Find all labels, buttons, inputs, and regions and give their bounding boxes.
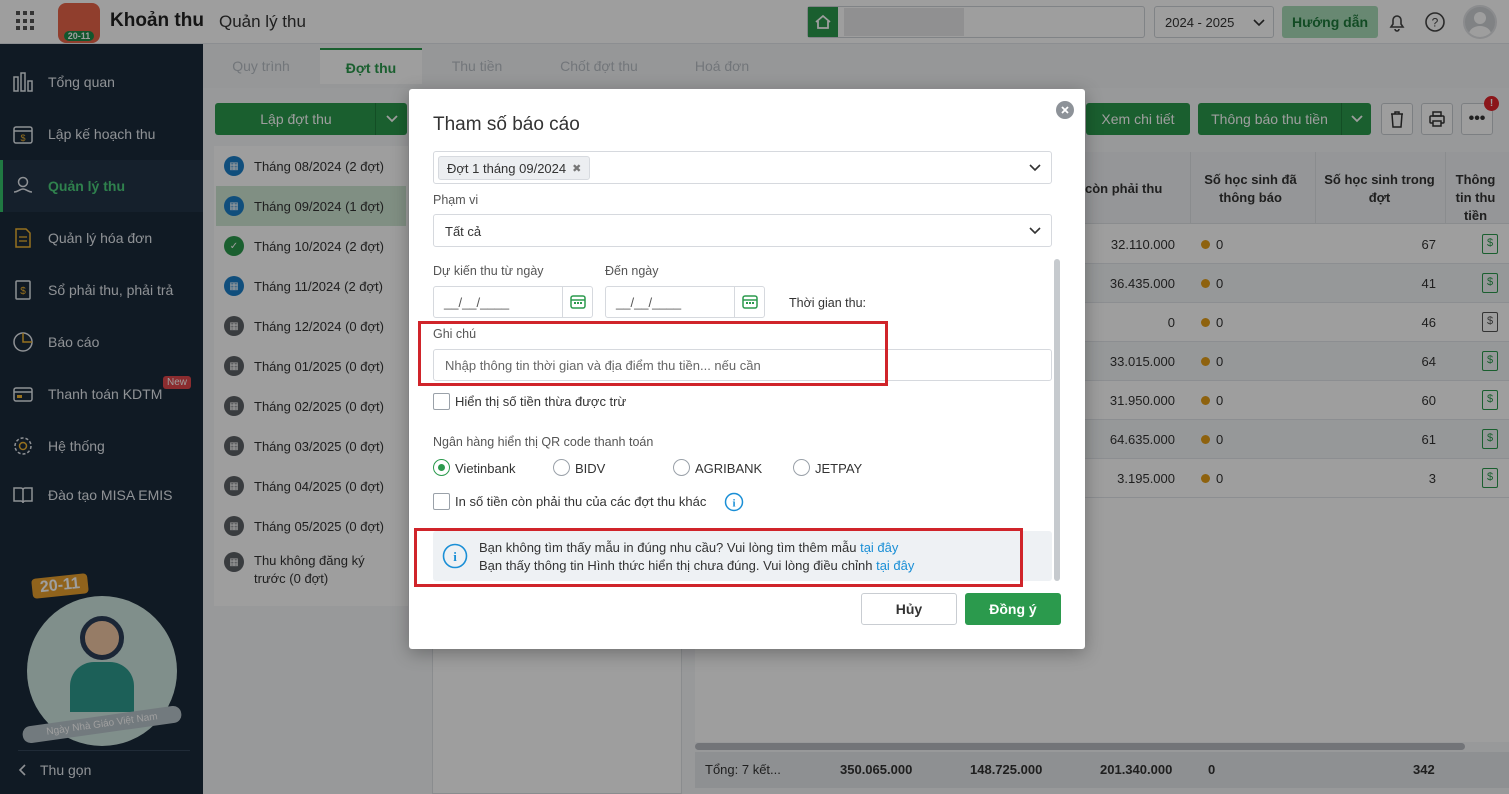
- svg-text:i: i: [732, 498, 735, 510]
- info-highlight: [414, 528, 1023, 587]
- to-date-label: Đến ngày: [605, 264, 659, 278]
- chevron-down-icon: [1029, 164, 1041, 172]
- bank-label-agribank: AGRIBANK: [695, 461, 763, 476]
- show-excess-label: Hiển thị số tiền thừa được trừ: [455, 394, 627, 409]
- bank-radio-jetpay[interactable]: [793, 459, 810, 476]
- calendar-icon[interactable]: [734, 287, 764, 317]
- to-date-placeholder: __/__/____: [616, 295, 682, 310]
- bank-radio-bidv[interactable]: [553, 459, 570, 476]
- calendar-icon[interactable]: [562, 287, 592, 317]
- bank-label-bidv: BIDV: [575, 461, 606, 476]
- info-icon[interactable]: i: [724, 492, 744, 512]
- dialog-scrollbar[interactable]: [1054, 259, 1060, 581]
- print-other-checkbox[interactable]: [433, 493, 450, 510]
- collection-time-label: Thời gian thu:: [789, 296, 866, 310]
- note-highlight: [418, 321, 888, 386]
- bank-label-jetpay: JETPAY: [815, 461, 863, 476]
- bank-label-vietinbank: Vietinbank: [455, 461, 516, 476]
- scope-label: Phạm vi: [433, 193, 479, 207]
- period-multiselect[interactable]: Đợt 1 tháng 09/2024 ✖: [433, 151, 1052, 184]
- bank-qr-label: Ngân hàng hiển thị QR code thanh toán: [433, 435, 654, 449]
- selected-period-tag-label: Đợt 1 tháng 09/2024: [447, 160, 567, 176]
- scope-select[interactable]: Tất cả: [433, 214, 1052, 247]
- scope-value: Tất cả: [445, 224, 482, 239]
- bank-radio-agribank[interactable]: [673, 459, 690, 476]
- print-other-label: In số tiền còn phải thu của các đợt thu …: [455, 494, 707, 509]
- confirm-button[interactable]: Đồng ý: [965, 593, 1061, 625]
- show-excess-checkbox[interactable]: [433, 393, 450, 410]
- to-date-input[interactable]: __/__/____: [605, 286, 765, 318]
- from-date-label: Dự kiến thu từ ngày: [433, 264, 544, 278]
- selected-period-tag[interactable]: Đợt 1 tháng 09/2024 ✖: [438, 156, 591, 180]
- bank-radio-vietinbank[interactable]: [433, 459, 450, 476]
- from-date-placeholder: __/__/____: [444, 295, 510, 310]
- close-button[interactable]: [1056, 101, 1074, 119]
- from-date-input[interactable]: __/__/____: [433, 286, 593, 318]
- close-icon: [1061, 106, 1069, 114]
- remove-tag-icon[interactable]: ✖: [572, 162, 581, 175]
- chevron-down-icon: [1029, 227, 1041, 235]
- cancel-button[interactable]: Hủy: [861, 593, 957, 625]
- dialog-title: Tham số báo cáo: [433, 114, 580, 135]
- report-params-dialog: Tham số báo cáo Đợt 1 tháng 09/2024 ✖ Ph…: [409, 89, 1085, 649]
